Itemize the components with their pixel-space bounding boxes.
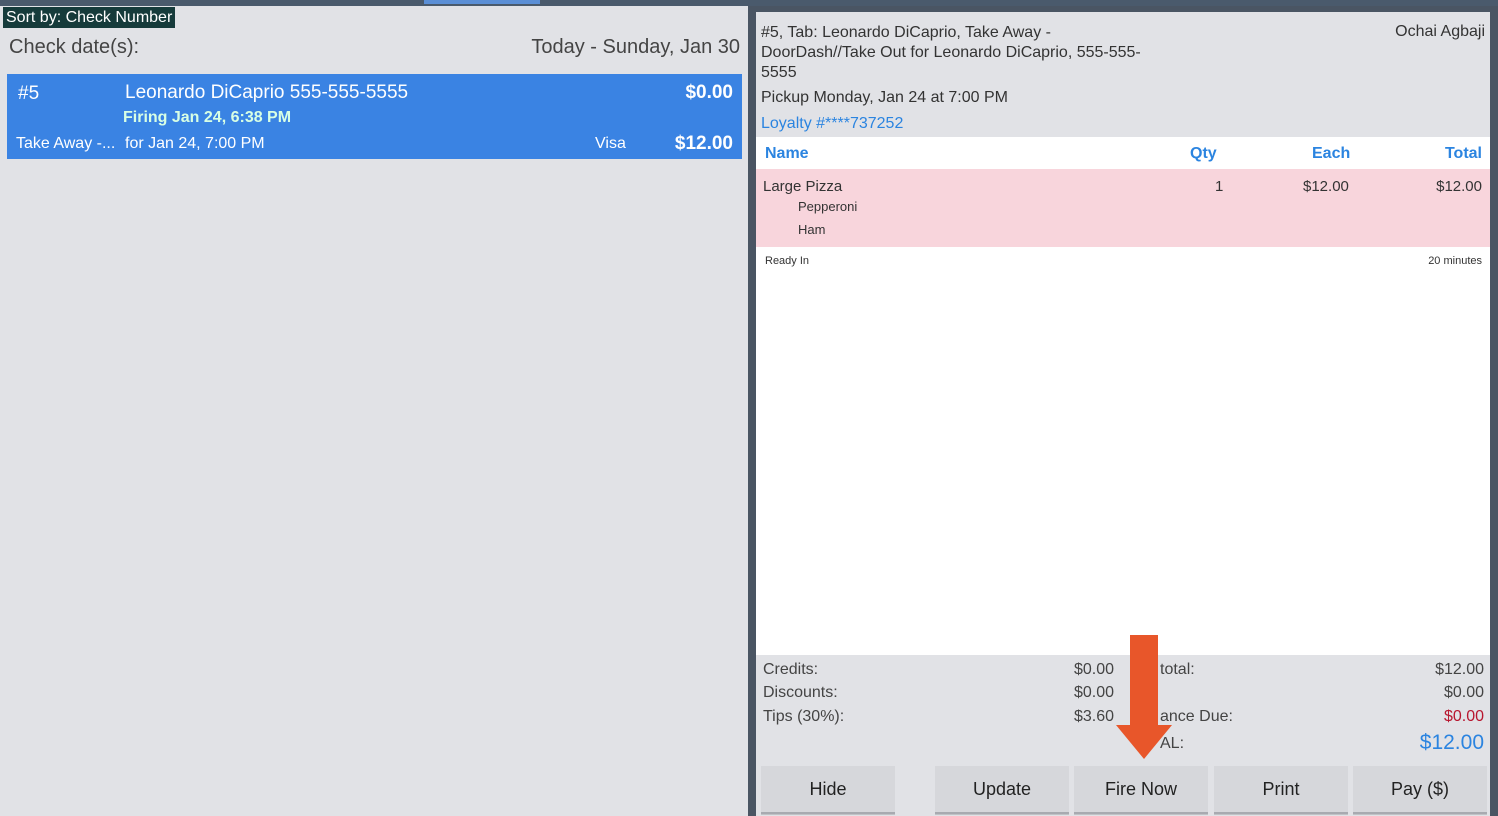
item-name: Large Pizza [763,178,843,195]
update-button[interactable]: Update [935,766,1069,814]
column-header-each: Each [1312,145,1351,162]
item-row[interactable]: Large Pizza 1 $12.00 $12.00 Pepperoni Ha… [756,169,1490,247]
items-table: Name Qty Each Total Large Pizza 1 $12.00… [756,137,1490,655]
customer-name: Leonardo DiCaprio 555-555-5555 [125,82,409,103]
column-header-qty: Qty [1190,145,1217,162]
hide-button[interactable]: Hide [761,766,895,814]
credits-value: $0.00 [1074,661,1115,678]
ready-in-value: 20 minutes [1428,255,1482,267]
check-dates-label: Check date(s): [9,36,140,58]
balance-due-value: $0.00 [1443,708,1484,725]
item-modifier: Pepperoni [798,199,858,214]
total-value: $12.00 [1419,731,1484,754]
discounts-value: $0.00 [1074,684,1115,701]
tax-value: $0.00 [1443,684,1484,701]
sort-dropdown[interactable]: Sort by: Check Number [3,7,176,28]
check-number: #5 [18,83,40,104]
tips-value: $3.60 [1074,708,1115,725]
fire-now-button[interactable]: Fire Now [1074,766,1208,814]
tips-label: Tips (30%): [763,708,845,725]
ready-in-label: Ready In [765,255,810,267]
item-total: $12.00 [1436,178,1482,195]
items-header: Name Qty Each Total [756,137,1490,169]
firing-time: Firing Jan 24, 6:38 PM [123,109,292,126]
pickup-info: Pickup Monday, Jan 24 at 7:00 PM [761,89,1008,106]
loyalty-link[interactable]: Loyalty #****737252 [761,115,903,133]
check-title: #5, Tab: Leonardo DiCaprio, Take Away - … [761,24,1141,81]
check-list-pane: Sort by: Check Number Check date(s): Tod… [0,6,748,816]
check-balance: $0.00 [685,82,733,103]
subtotal-value: $12.00 [1435,661,1484,678]
print-button[interactable]: Print [1214,766,1348,814]
column-header-total: Total [1444,145,1482,162]
server-name: Ochai Agbaji [1395,23,1485,40]
item-qty: 1 [1215,178,1224,195]
tab-indicator [424,0,540,4]
discounts-label: Discounts: [763,684,838,701]
credits-label: Credits: [763,661,819,678]
item-modifier: Ham [798,222,826,237]
item-each: $12.00 [1303,178,1349,195]
down-arrow-icon [1116,635,1172,759]
pickup-time: for Jan 24, 7:00 PM [125,135,265,152]
check-row-selected[interactable]: #5 Leonardo DiCaprio 555-555-5555 $0.00 … [7,74,742,159]
order-type: Take Away -... [16,135,116,152]
payment-method: Visa [595,135,626,152]
column-header-name: Name [765,145,809,162]
check-dates-selector[interactable]: Today - Sunday, Jan 30 [531,36,740,59]
pay-button[interactable]: Pay ($) [1353,766,1487,814]
check-total: $12.00 [674,133,733,154]
